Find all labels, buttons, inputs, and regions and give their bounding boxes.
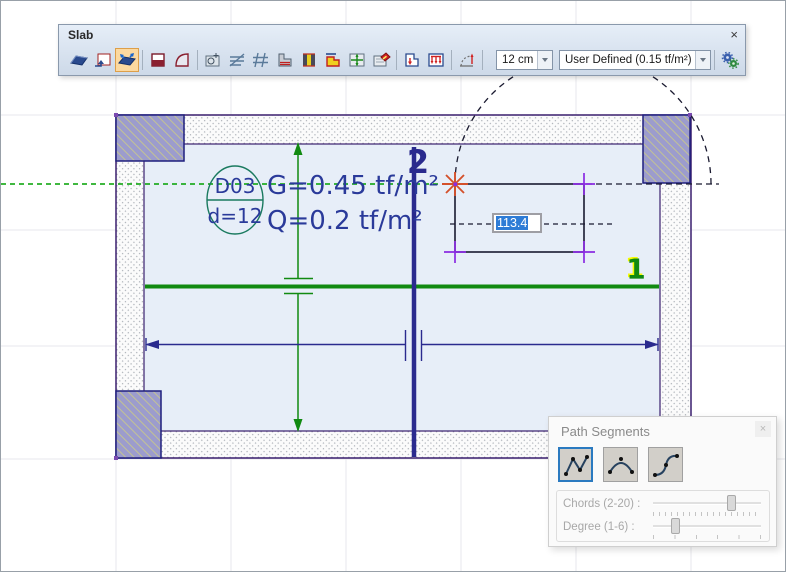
path-angle-button[interactable] [455,48,479,72]
dimension-input[interactable]: 113.4 [492,213,542,233]
toolbar-separator [396,50,397,70]
slab-design-icon [203,50,223,70]
chords-slider-ticks [653,512,761,516]
load-area-button[interactable] [400,48,424,72]
light-column-button[interactable] [297,48,321,72]
chevron-down-icon [542,58,548,62]
folder-slab-icon [323,50,343,70]
section-arc-icon [172,50,192,70]
path-angle-icon [457,50,477,70]
degree-label: Degree (1-6) : [563,518,653,533]
dimension-input-value: 113.4 [496,216,528,230]
degree-slider-track [653,525,761,528]
slab-paste-button[interactable] [91,48,115,72]
toolbar-separator [142,50,143,70]
slab-modify-button[interactable] [115,48,139,72]
chords-slider[interactable] [653,495,763,517]
folder-slab-button[interactable] [321,48,345,72]
slab-toolbar-window[interactable]: Slab × [58,24,746,76]
chords-slider-track [653,502,761,505]
spline-icon [651,450,681,480]
slab-icon [69,50,89,70]
settings-gears-icon [720,50,740,70]
thickness-dropdown-button[interactable] [537,51,552,69]
grid-hash-icon [251,50,271,70]
segment-arc-button[interactable] [603,447,638,482]
load-case-dropdown-button[interactable] [695,51,710,69]
slab-thickness-combo[interactable]: 12 cm [496,50,553,70]
live-load-text: Q=0.2 tf/m² [267,206,423,236]
degree-slider[interactable] [653,518,763,540]
segment-polyline-button[interactable] [558,447,593,482]
degree-row: Degree (1-6) : [563,518,763,540]
hatch-lines-button[interactable] [225,48,249,72]
load-case-value: User Defined (0.15 tf/m²) [560,54,695,66]
slab-paste-icon [93,50,113,70]
grid-hash-button[interactable] [249,48,273,72]
polyline-icon [561,450,591,480]
section-half-icon [148,50,168,70]
path-panel-title: Path Segments [561,424,650,439]
slab-tag-name: D03 [215,174,256,198]
arc-icon [606,450,636,480]
slab-thickness-value: 12 cm [497,54,537,66]
degree-slider-ticks [653,535,761,539]
slab-button[interactable] [67,48,91,72]
chords-row: Chords (2-20) : [563,495,763,517]
load-area-icon [402,50,422,70]
slab-tag[interactable]: D03 d=12 [207,166,263,234]
column-top-right [643,115,690,183]
slab-modify-icon [117,50,137,70]
load-case-combo[interactable]: User Defined (0.15 tf/m²) [559,50,711,70]
grid-erase-icon [371,50,391,70]
start-point-dot [454,183,458,187]
section-arc-button[interactable] [170,48,194,72]
slab-tag-depth: d=12 [208,204,263,228]
settings-gears-button[interactable] [718,48,742,72]
grid-arrows-icon [347,50,367,70]
path-panel-close-button[interactable]: × [755,421,771,437]
column-bottom-left [116,391,161,458]
layers-button[interactable] [273,48,297,72]
chords-slider-thumb[interactable] [727,495,736,511]
chords-label: Chords (2-20) : [563,495,653,510]
degree-slider-thumb[interactable] [671,518,680,534]
light-column-icon [299,50,319,70]
toolbar-separator [714,50,715,70]
hatch-lines-icon [227,50,247,70]
loads-distributed-button[interactable] [424,48,448,72]
section-half-button[interactable] [146,48,170,72]
toolbar-close-button[interactable]: × [730,27,738,42]
toolbar-separator [451,50,452,70]
loads-distributed-icon [426,50,446,70]
app-window: 1 1 2 [0,0,786,572]
grid-arrows-button[interactable] [345,48,369,72]
toolbar-row: 12 cm User Defined (0.15 tf/m²) [67,46,742,73]
toolbar-separator [197,50,198,70]
column-top-left [116,115,184,161]
toolbar-title: Slab [68,28,93,42]
layers-icon [275,50,295,70]
axis-1-label: 1 [626,253,645,286]
segment-options-group: Chords (2-20) : Degree (1-6) : [556,490,770,542]
slab-design-button[interactable] [201,48,225,72]
segment-spline-button[interactable] [648,447,683,482]
grid-erase-button[interactable] [369,48,393,72]
chevron-down-icon [700,58,706,62]
toolbar-separator [482,50,483,70]
dead-load-text: G=0.45 tf/m² [267,171,439,201]
path-segments-panel[interactable]: Path Segments × Chords (2-20) : [548,416,777,547]
segment-type-buttons [558,447,693,482]
